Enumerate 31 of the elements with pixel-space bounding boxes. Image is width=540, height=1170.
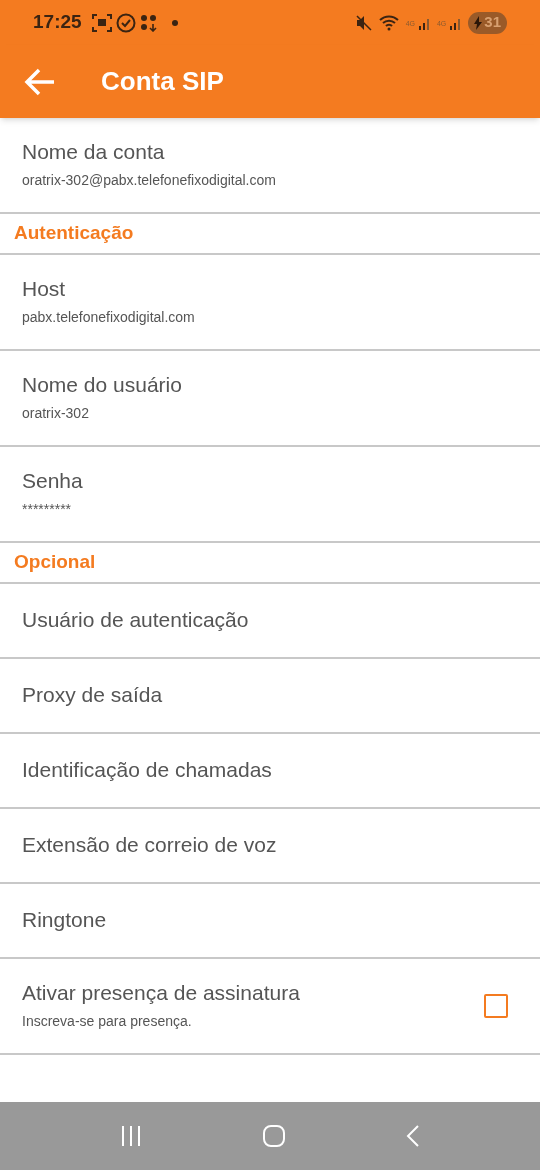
- row-subtitle: pabx.telefonefixodigital.com: [22, 307, 196, 327]
- row-title: Ativar presença de assinatura: [22, 980, 301, 1007]
- mute-icon: [355, 14, 372, 31]
- back-arrow-icon: [24, 67, 56, 96]
- row-title: Usuário de autenticação: [22, 607, 250, 634]
- battery-indicator: 31: [468, 11, 507, 34]
- row-title: Extensão de correio de voz: [22, 832, 278, 859]
- dot-icon: [171, 19, 178, 26]
- row-title: Proxy de saída: [22, 682, 164, 709]
- row-title: Ringtone: [22, 907, 108, 934]
- row-subtitle: Inscreva-se para presença.: [22, 1011, 193, 1031]
- back-icon[interactable]: [404, 1124, 421, 1148]
- wifi-icon: [377, 13, 400, 32]
- row-title: Identificação de chamadas: [22, 757, 273, 784]
- row-subtitle: oratrix-302@pabx.telefonefixodigital.com: [22, 170, 277, 190]
- row-subtitle: *********: [22, 499, 73, 519]
- check-circle-icon: [115, 12, 136, 33]
- screenshot-icon: [91, 13, 112, 32]
- row-title: Nome da conta: [22, 139, 166, 166]
- section-header: Opcional: [14, 550, 96, 575]
- home-icon[interactable]: [262, 1124, 286, 1148]
- row-title: Host: [22, 276, 67, 303]
- bolt-icon: [474, 15, 483, 30]
- screen-title: Conta SIP: [101, 65, 224, 98]
- row-subtitle: oratrix-302: [22, 403, 90, 423]
- row-title: Senha: [22, 468, 84, 495]
- status-time: 17:25: [33, 10, 82, 35]
- checkbox[interactable]: [484, 994, 508, 1018]
- apps-icon: [139, 13, 158, 32]
- row-title: Nome do usuário: [22, 372, 183, 399]
- section-header: Autenticação: [14, 221, 134, 246]
